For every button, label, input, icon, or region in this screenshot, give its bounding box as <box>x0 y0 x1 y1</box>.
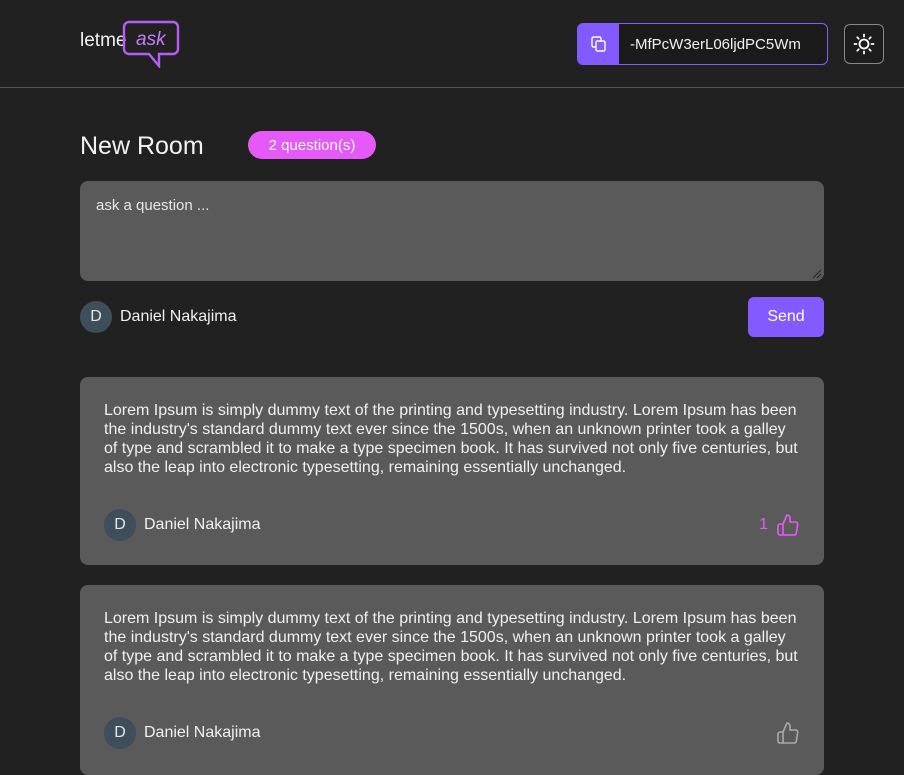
question-placeholder: ask a question ... <box>96 197 210 214</box>
question-author: D Daniel Nakajima <box>104 717 261 749</box>
avatar: D <box>80 301 112 333</box>
avatar: D <box>104 509 136 541</box>
question-footer: D Daniel Nakajima 1 <box>104 509 800 541</box>
copy-icon[interactable] <box>578 24 619 64</box>
avatar: D <box>104 717 136 749</box>
question-textarea[interactable]: ask a question ... <box>80 181 824 281</box>
sun-icon <box>853 33 875 55</box>
like-count: 1 <box>759 516 768 533</box>
question-footer: D Daniel Nakajima <box>104 717 800 749</box>
room-code-button[interactable]: -MfPcW3erL06ljdPC5Wm <box>577 23 828 65</box>
theme-toggle-button[interactable] <box>844 24 884 64</box>
like-button[interactable] <box>768 721 800 745</box>
author-name: Daniel Nakajima <box>144 516 261 533</box>
question-text: Lorem Ipsum is simply dummy text of the … <box>104 402 798 476</box>
author-name: Daniel Nakajima <box>144 724 261 741</box>
question-author: D Daniel Nakajima <box>104 509 261 541</box>
room-code-text: -MfPcW3erL06ljdPC5Wm <box>630 35 801 53</box>
svg-text:ask: ask <box>136 29 167 50</box>
svg-text:letme: letme <box>80 30 126 51</box>
current-user: D Daniel Nakajima <box>80 301 237 333</box>
user-name: Daniel Nakajima <box>120 308 237 325</box>
letmeask-logo[interactable]: letme ask <box>80 20 180 70</box>
question-text: Lorem Ipsum is simply dummy text of the … <box>104 610 798 684</box>
like-button[interactable]: 1 <box>759 513 800 537</box>
question-count-badge: 2 question(s) <box>248 131 376 159</box>
question-card: Lorem Ipsum is simply dummy text of the … <box>80 377 824 565</box>
resize-handle-icon[interactable] <box>812 269 822 279</box>
thumbs-up-icon <box>777 514 799 536</box>
page-header: letme ask -MfPcW3erL06ljdPC5Wm <box>0 0 904 88</box>
thumbs-up-icon <box>777 722 799 744</box>
question-card: Lorem Ipsum is simply dummy text of the … <box>80 585 824 775</box>
send-button[interactable]: Send <box>748 297 824 337</box>
room-title: New Room <box>80 132 204 160</box>
